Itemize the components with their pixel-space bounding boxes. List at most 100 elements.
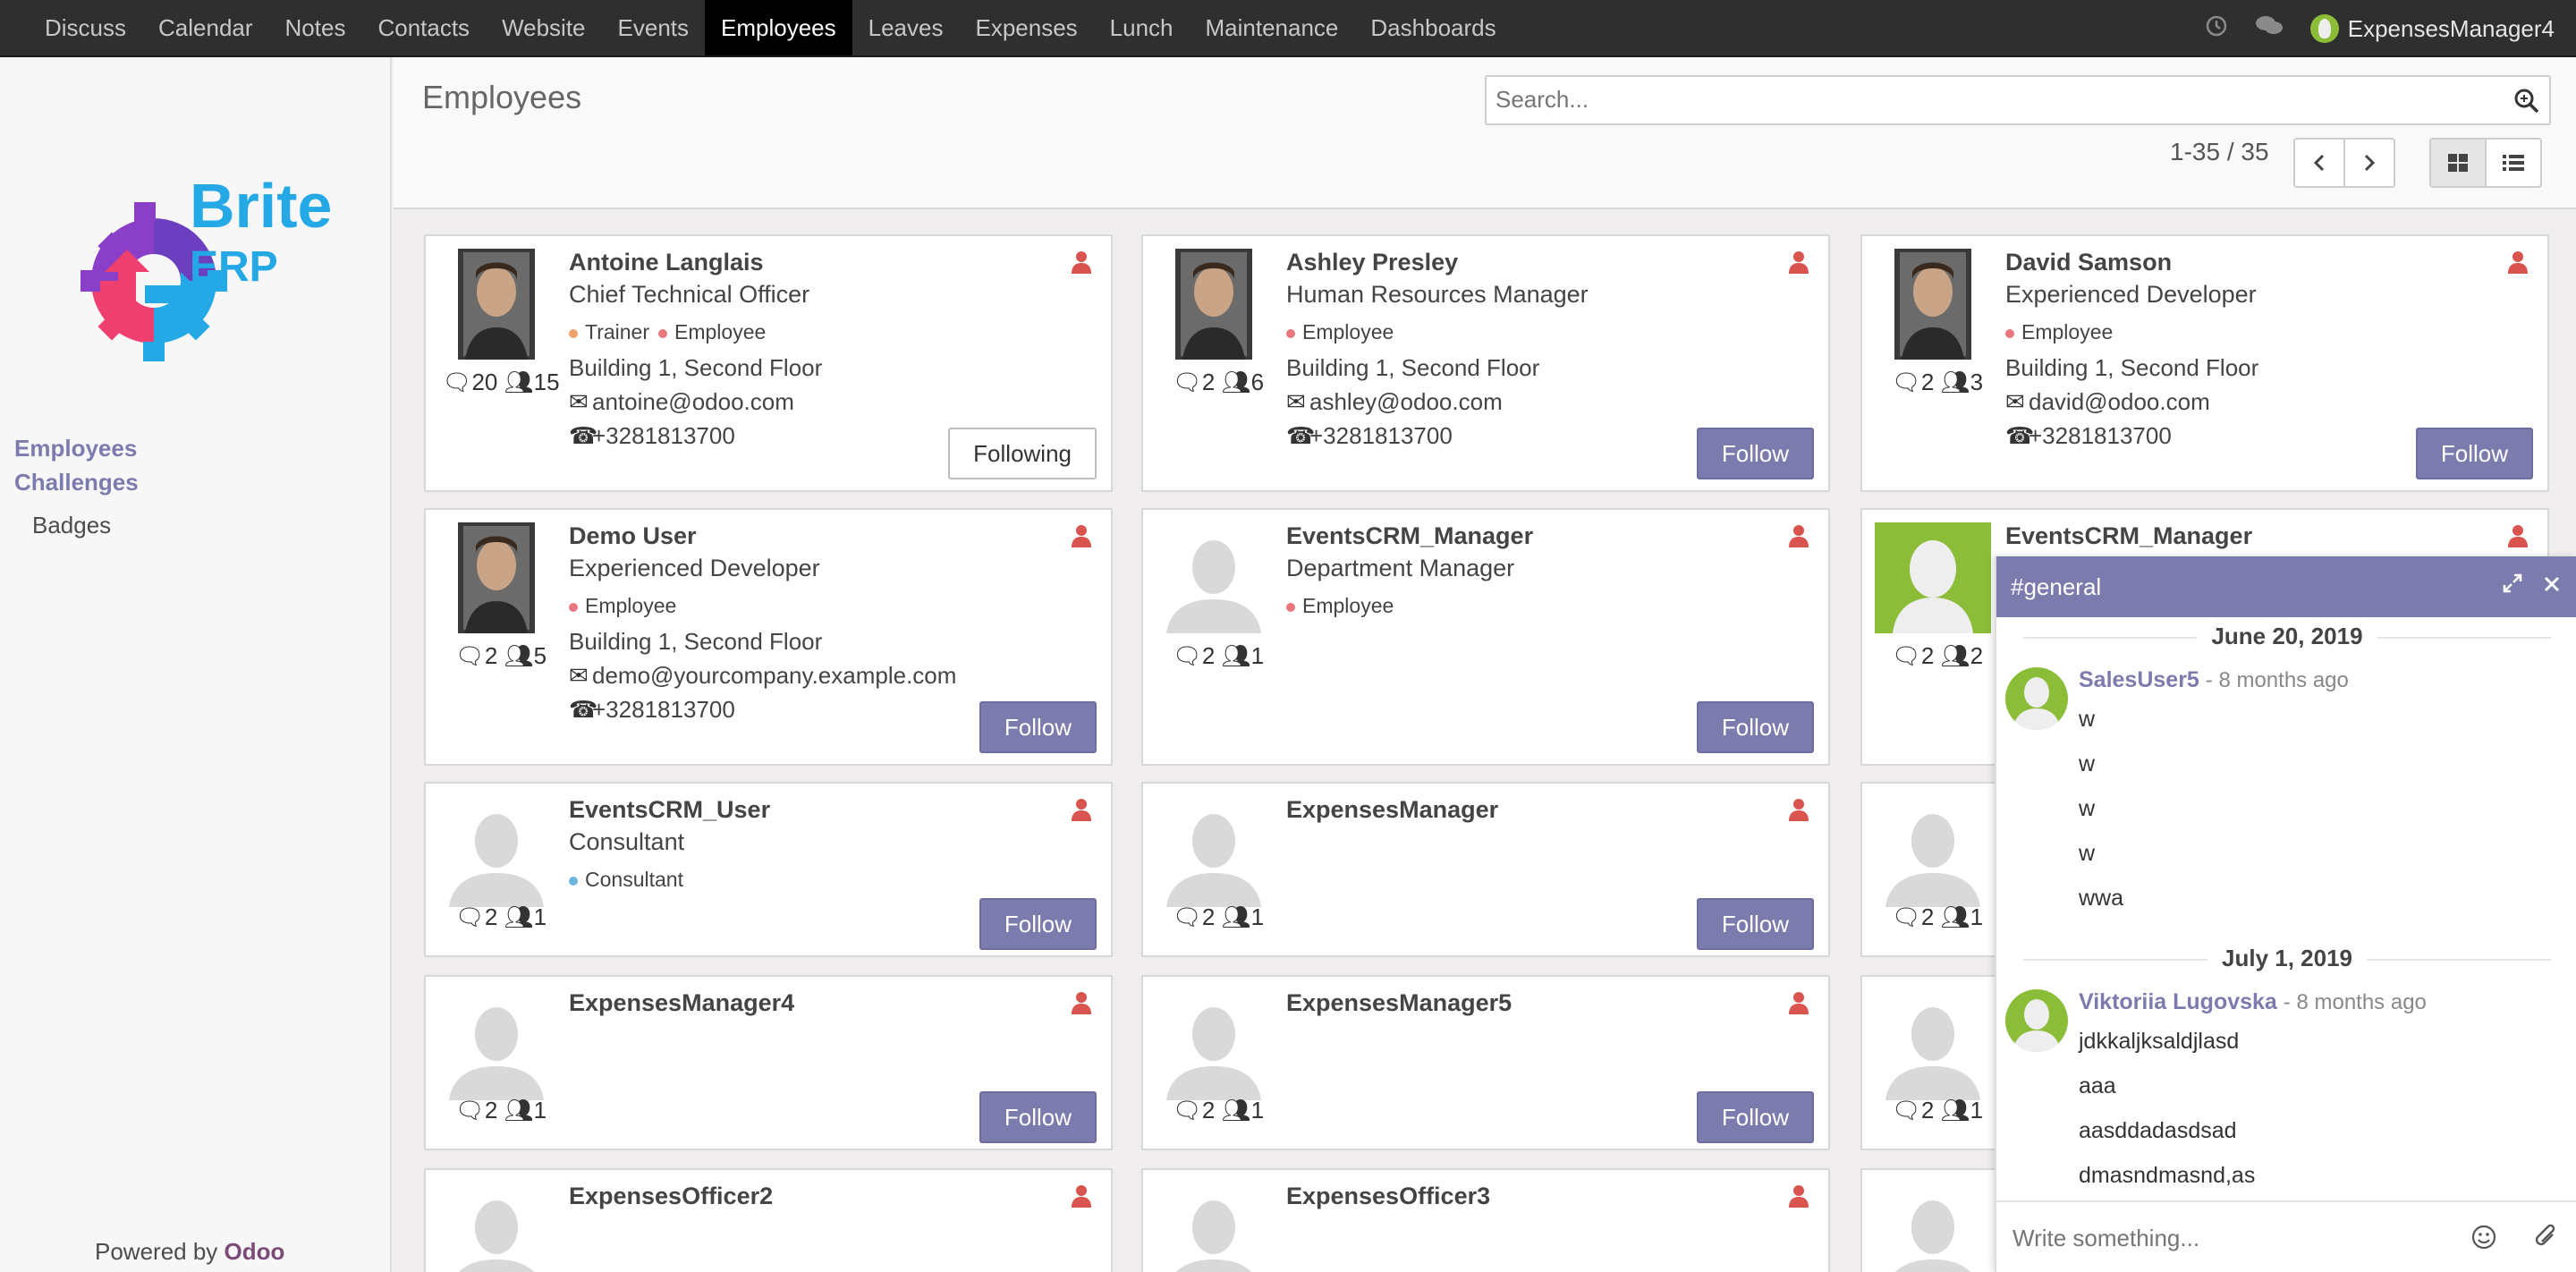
follow-button[interactable]: Follow xyxy=(979,701,1097,753)
comments-icon: 🗨︎ xyxy=(1172,903,1202,930)
employee-name[interactable]: EventsCRM_User xyxy=(569,796,770,824)
menu-item-maintenance[interactable]: Maintenance xyxy=(1190,0,1355,55)
employee-photo xyxy=(1156,1183,1272,1272)
messaging-icon[interactable] xyxy=(2255,14,2284,44)
chat-composer xyxy=(1996,1200,2576,1272)
followers-icon: 👥︎ xyxy=(1940,1097,1970,1124)
employee-name[interactable]: ExpensesManager4 xyxy=(569,989,794,1017)
sidebar-link-challenges[interactable]: Challenges xyxy=(14,465,139,499)
date-separator: July 1, 2019 xyxy=(1996,945,2576,972)
expand-icon[interactable] xyxy=(2499,572,2526,599)
employee-card[interactable]: 🗨︎2 👥︎5 Demo User Experienced Developer Emp… xyxy=(424,508,1113,766)
employee-email[interactable]: david@odoo.com xyxy=(2029,388,2210,415)
employee-name[interactable]: David Samson xyxy=(2005,249,2172,276)
employee-name[interactable]: Antoine Langlais xyxy=(569,249,764,276)
message-count: 2 xyxy=(484,1097,498,1124)
message-text: aasddadasdsad xyxy=(2079,1118,2237,1143)
follower-count: 2 xyxy=(1970,642,1984,669)
message-author-avatar[interactable] xyxy=(2005,989,2068,1052)
comments-icon: 🗨︎ xyxy=(454,903,485,930)
list-view-button[interactable] xyxy=(2485,138,2542,188)
menu-item-calendar[interactable]: Calendar xyxy=(142,0,269,55)
employee-photo xyxy=(1875,796,1991,907)
message-author[interactable]: Viktoriia Lugovska - 8 months ago xyxy=(2079,989,2427,1015)
employee-card[interactable]: 🗨︎20 👥︎15 Antoine Langlais Chief Technical… xyxy=(424,234,1113,492)
message-count: 2 xyxy=(1920,369,1935,395)
close-icon[interactable] xyxy=(2538,572,2565,599)
follow-button[interactable]: Follow xyxy=(1696,898,1814,950)
phone-icon: ☎ xyxy=(1286,422,1316,449)
menu-item-lunch[interactable]: Lunch xyxy=(1094,0,1190,55)
message-author-avatar[interactable] xyxy=(2005,667,2068,730)
employee-card[interactable]: 🗨︎2 👥︎1 ExpensesManager5 Follow xyxy=(1141,975,1830,1150)
kanban-view-button[interactable] xyxy=(2429,138,2487,188)
employee-location: Building 1, Second Floor xyxy=(569,628,823,655)
follow-button[interactable]: Follow xyxy=(2415,428,2533,479)
chat-header[interactable]: #general xyxy=(1996,556,2576,617)
employee-email[interactable]: ashley@odoo.com xyxy=(1309,388,1503,415)
employee-photo xyxy=(438,989,555,1100)
pager-next-button[interactable] xyxy=(2343,138,2395,188)
message-text: dmasndmasnd,as xyxy=(2079,1163,2256,1188)
follow-button[interactable]: Follow xyxy=(979,898,1097,950)
employee-card[interactable]: 🗨︎2 👥︎1 EventsCRM_Manager Department Manag… xyxy=(1141,508,1830,766)
message-text: w xyxy=(2079,751,2096,776)
employee-name[interactable]: EventsCRM_Manager xyxy=(1286,522,1533,550)
menu-item-dashboards[interactable]: Dashboards xyxy=(1354,0,1512,55)
employee-card[interactable]: ExpensesOfficer3 xyxy=(1141,1168,1830,1272)
follow-button[interactable]: Follow xyxy=(979,1091,1097,1143)
person-icon xyxy=(1789,525,1809,547)
employee-name[interactable]: ExpensesOfficer3 xyxy=(1286,1183,1490,1210)
employee-name[interactable]: ExpensesManager5 xyxy=(1286,989,1512,1017)
employee-location: Building 1, Second Floor xyxy=(2005,354,2259,381)
follow-button[interactable]: Following xyxy=(948,428,1097,479)
search-icon[interactable] xyxy=(2513,88,2540,114)
employee-card[interactable]: 🗨︎2 👥︎1 ExpensesManager Follow xyxy=(1141,782,1830,957)
menu-item-notes[interactable]: Notes xyxy=(269,0,362,55)
menu-item-events[interactable]: Events xyxy=(602,0,706,55)
employee-card[interactable]: 🗨︎2 👥︎3 David Samson Experienced Developer… xyxy=(1860,234,2549,492)
employee-name[interactable]: Ashley Presley xyxy=(1286,249,1458,276)
sidebar-link-badges[interactable]: Badges xyxy=(14,508,139,542)
menu-item-employees[interactable]: Employees xyxy=(705,0,852,55)
odoo-link[interactable]: Odoo xyxy=(225,1238,285,1265)
comments-icon: 🗨︎ xyxy=(1891,1097,1921,1124)
employee-phone: +3281813700 xyxy=(592,696,735,723)
user-menu[interactable]: ExpensesManager4 xyxy=(2309,14,2555,43)
menu-item-website[interactable]: Website xyxy=(486,0,601,55)
employee-name[interactable]: ExpensesManager xyxy=(1286,796,1498,824)
pager-previous-button[interactable] xyxy=(2293,138,2345,188)
employee-name[interactable]: Demo User xyxy=(569,522,697,550)
employee-card[interactable]: 🗨︎2 👥︎1 EventsCRM_User Consultant Consultan… xyxy=(424,782,1113,957)
svg-text:Brite: Brite xyxy=(190,171,332,241)
employee-email[interactable]: demo@yourcompany.example.com xyxy=(592,662,956,689)
employee-photo xyxy=(1156,796,1272,907)
employee-tags: Trainer Employee xyxy=(569,320,766,344)
activity-icon[interactable] xyxy=(2205,14,2228,44)
sidebar-link-employees[interactable]: Employees xyxy=(14,431,139,465)
follow-button[interactable]: Follow xyxy=(1696,701,1814,753)
employee-card[interactable]: 🗨︎2 👥︎1 ExpensesManager4 Follow xyxy=(424,975,1113,1150)
menu-item-leaves[interactable]: Leaves xyxy=(852,0,960,55)
menu-item-contacts[interactable]: Contacts xyxy=(361,0,486,55)
employee-email-row: ✉ demo@yourcompany.example.com xyxy=(569,662,956,690)
employee-stats: 🗨︎2 👥︎5 xyxy=(438,642,564,670)
employee-card[interactable]: 🗨︎2 👥︎6 Ashley Presley Human Resources Man… xyxy=(1141,234,1830,492)
pager-value: 1-35 / 35 xyxy=(2170,138,2269,165)
employee-name[interactable]: EventsCRM_Manager xyxy=(2005,522,2252,550)
message-author[interactable]: SalesUser5 - 8 months ago xyxy=(2079,667,2349,693)
employee-name[interactable]: ExpensesOfficer2 xyxy=(569,1183,773,1210)
chat-message-input[interactable] xyxy=(2012,1220,2442,1256)
emoji-icon[interactable] xyxy=(2470,1224,2497,1255)
follow-button[interactable]: Follow xyxy=(1696,1091,1814,1143)
paperclip-icon[interactable] xyxy=(2533,1222,2560,1255)
menu-item-expenses[interactable]: Expenses xyxy=(959,0,1093,55)
message-count: 2 xyxy=(1920,1097,1935,1124)
employee-email[interactable]: antoine@odoo.com xyxy=(592,388,794,415)
menu-item-discuss[interactable]: Discuss xyxy=(29,0,142,55)
search-input[interactable] xyxy=(1487,77,2470,122)
message-count: 2 xyxy=(1201,642,1216,669)
follow-button[interactable]: Follow xyxy=(1696,428,1814,479)
employee-card[interactable]: ExpensesOfficer2 xyxy=(424,1168,1113,1272)
followers-icon: 👥︎ xyxy=(1221,903,1251,930)
